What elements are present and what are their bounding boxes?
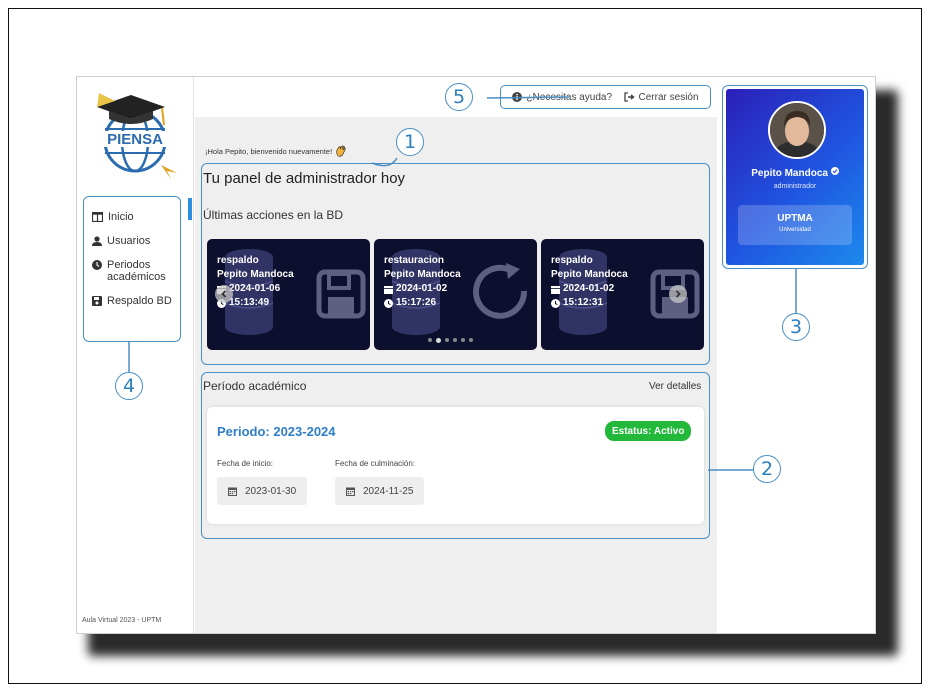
card-user: Pepito Mandoca bbox=[217, 269, 294, 280]
carousel-indicators[interactable] bbox=[428, 337, 473, 343]
carousel-dot[interactable] bbox=[428, 338, 432, 342]
carousel-prev-button[interactable] bbox=[215, 285, 233, 303]
card-user: Pepito Mandoca bbox=[384, 269, 461, 280]
clock-icon bbox=[384, 298, 393, 308]
card-text: respaldo Pepito Mandoca 2024-01-02 15:12… bbox=[551, 254, 628, 310]
clock-icon bbox=[551, 298, 560, 308]
carousel-dot[interactable] bbox=[453, 338, 457, 342]
callout-4: 4 bbox=[115, 372, 143, 400]
card-date: 2024-01-02 bbox=[563, 283, 615, 294]
carousel-dot[interactable] bbox=[469, 338, 473, 342]
card-time: 15:13:49 bbox=[229, 297, 270, 308]
callout-2: 2 bbox=[753, 455, 781, 483]
calendar-icon bbox=[384, 285, 393, 294]
card-action: respaldo bbox=[551, 255, 593, 266]
card-date: 2024-01-06 bbox=[229, 283, 281, 294]
card-date: 2024-01-02 bbox=[396, 283, 448, 294]
callout-3: 3 bbox=[782, 313, 810, 341]
card-time: 15:12:31 bbox=[563, 297, 604, 308]
card-text: restauracion Pepito Mandoca 2024-01-02 1… bbox=[384, 254, 461, 310]
callout-1: 1 bbox=[396, 128, 424, 156]
carousel-dot[interactable] bbox=[436, 337, 441, 343]
callout-5: 5 bbox=[445, 83, 473, 111]
calendar-icon bbox=[551, 285, 560, 294]
carousel-dot[interactable] bbox=[461, 338, 465, 342]
card-action: restauracion bbox=[384, 255, 445, 266]
card-user: Pepito Mandoca bbox=[551, 269, 628, 280]
card-time: 15:17:26 bbox=[396, 297, 437, 308]
chevron-right-icon bbox=[675, 290, 681, 298]
card-action: respaldo bbox=[217, 255, 259, 266]
carousel-dot[interactable] bbox=[445, 338, 449, 342]
carousel-next-button[interactable] bbox=[669, 285, 687, 303]
chevron-left-icon bbox=[221, 290, 227, 298]
